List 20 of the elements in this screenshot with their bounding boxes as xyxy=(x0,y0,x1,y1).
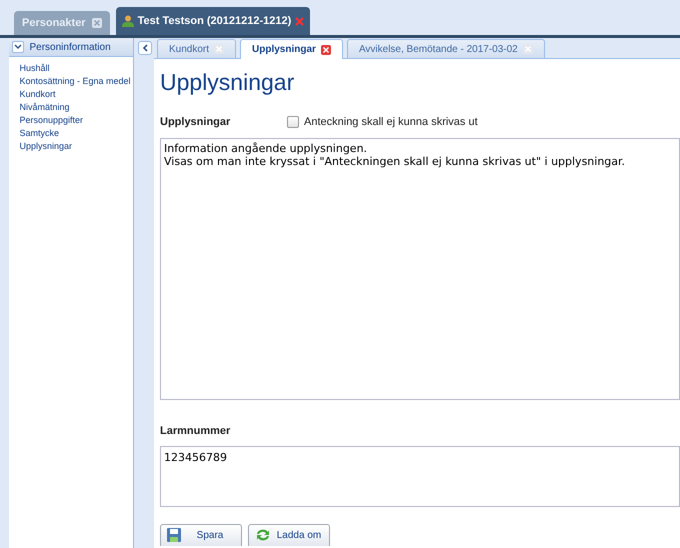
tab[interactable]: Upplysningar xyxy=(240,39,343,59)
field-label: Upplysningar xyxy=(160,114,232,130)
reload-button[interactable]: Ladda om xyxy=(248,524,330,546)
page-heading: Upplysningar xyxy=(160,68,296,96)
checkbox-label: Anteckning skall ej kunna skrivas ut xyxy=(304,114,478,130)
nav-link[interactable]: Hushåll xyxy=(19,62,50,75)
save-button[interactable]: Spara xyxy=(160,524,242,546)
nav-link[interactable]: Samtycke xyxy=(19,127,59,140)
notes-field[interactable]: Information angående upplysningen. Visas om man inte kryssat i "Anteckningen skall ej kunna skrivas ut" i upplysningar. xyxy=(160,138,680,400)
nav-link[interactable]: Kundkort xyxy=(19,88,56,101)
nav-link[interactable]: Nivåmätning xyxy=(19,101,70,114)
nav-link[interactable]: Upplysningar xyxy=(19,140,72,153)
tab[interactable]: Avvikelse, Bemötande - 2017-03-02 xyxy=(346,39,545,58)
nav-link[interactable]: Kontosättning - Egna medel xyxy=(19,75,131,88)
panel-title: Personinformation xyxy=(29,40,111,54)
field-label: Larmnummer xyxy=(160,424,232,439)
tab[interactable]: Test Testson (20121212-1212) xyxy=(116,7,310,35)
alarm-number-field[interactable]: 123456789 xyxy=(160,446,680,506)
nav-link[interactable]: Personuppgifter xyxy=(19,114,84,127)
tab[interactable]: Kundkort xyxy=(157,39,236,58)
